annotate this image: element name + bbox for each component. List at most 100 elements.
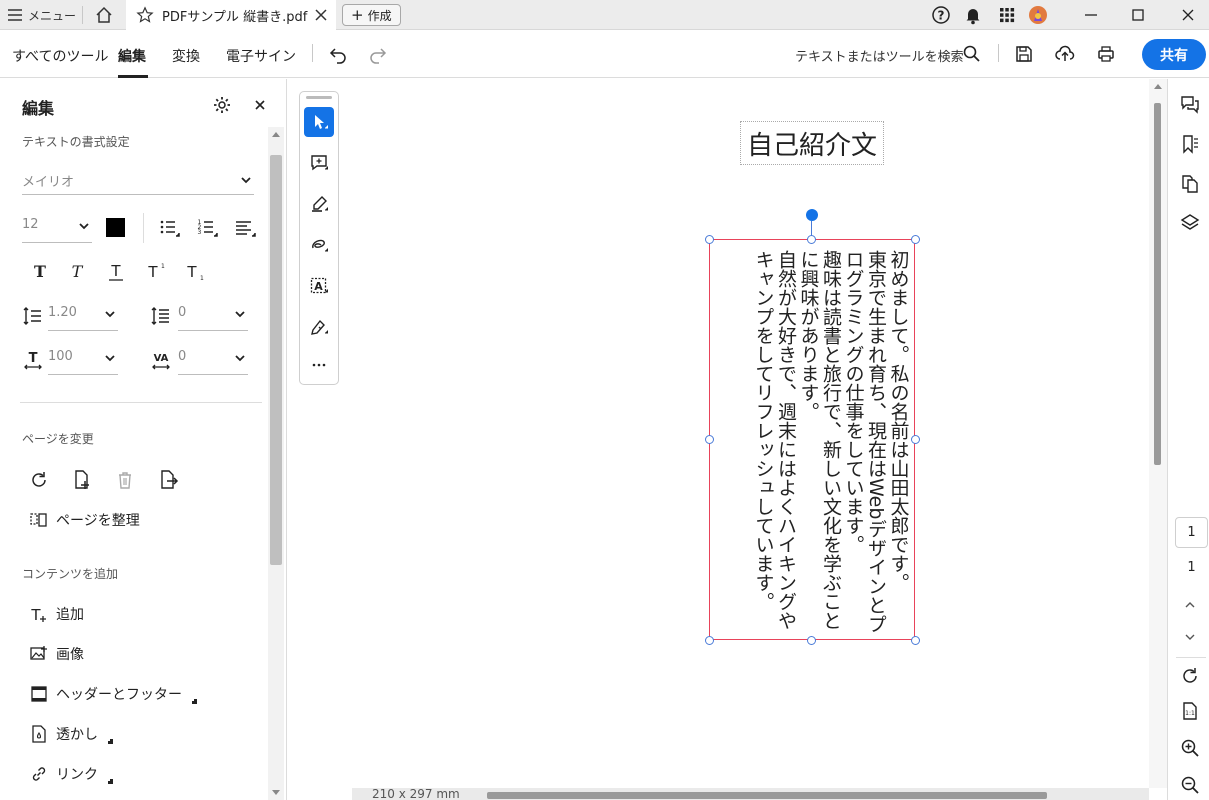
resize-handle-right[interactable] xyxy=(911,435,920,444)
link-button[interactable]: リンク xyxy=(30,764,113,784)
total-pages: 1 xyxy=(1187,560,1196,575)
comment-add-icon xyxy=(311,155,328,171)
tab-e-sign[interactable]: 電子サイン xyxy=(226,46,296,66)
document-title[interactable]: 自己紹介文 xyxy=(740,121,884,165)
bullet-list-icon[interactable] xyxy=(158,217,180,239)
character-spacing-select[interactable]: 0 xyxy=(178,349,248,375)
resize-handle-left[interactable] xyxy=(705,435,714,444)
sign-tool-button[interactable] xyxy=(304,312,334,342)
maximize-icon[interactable] xyxy=(1127,4,1149,26)
font-family-select[interactable]: メイリオ xyxy=(22,171,254,195)
scroll-up-icon[interactable] xyxy=(1154,83,1162,89)
search-icon[interactable] xyxy=(962,44,982,64)
resize-handle-bottom[interactable] xyxy=(807,636,816,645)
numbered-list-icon[interactable]: 123 xyxy=(196,217,218,239)
watermark-button[interactable]: 透かし xyxy=(30,724,113,744)
chevron-up-icon[interactable] xyxy=(1180,595,1200,615)
horizontal-scale-icon[interactable]: T xyxy=(22,349,44,371)
add-comment-button[interactable] xyxy=(304,148,334,178)
scroll-down-icon[interactable] xyxy=(272,790,280,796)
document-tab[interactable]: PDFサンプル 縦書き.pdf xyxy=(126,0,336,30)
draw-tool-button[interactable] xyxy=(304,230,334,260)
apps-grid-icon[interactable] xyxy=(997,5,1017,25)
font-color-swatch[interactable] xyxy=(106,218,125,237)
drag-handle[interactable] xyxy=(306,96,332,99)
print-icon[interactable] xyxy=(1096,44,1116,64)
horizontal-scroll-thumb[interactable] xyxy=(487,792,1047,799)
current-page-input[interactable]: 1 xyxy=(1175,517,1208,548)
fit-page-icon[interactable]: 1:1 xyxy=(1180,701,1200,721)
subscript-icon[interactable]: T1 xyxy=(183,261,205,283)
layers-icon[interactable] xyxy=(1180,213,1200,233)
close-tab-icon[interactable] xyxy=(314,8,328,22)
divider xyxy=(82,6,83,24)
bold-icon[interactable]: T xyxy=(29,261,51,283)
scroll-up-icon[interactable] xyxy=(272,131,280,137)
resize-handle-bottom-left[interactable] xyxy=(705,636,714,645)
svg-text:1: 1 xyxy=(200,275,204,282)
resize-handle-top[interactable] xyxy=(807,235,816,244)
italic-icon[interactable]: T xyxy=(66,261,88,283)
bookmarks-icon[interactable] xyxy=(1180,134,1200,154)
svg-text:T: T xyxy=(147,263,158,281)
help-icon[interactable]: ? xyxy=(931,5,951,25)
tab-convert[interactable]: 変換 xyxy=(172,46,200,66)
more-tools-button[interactable] xyxy=(304,350,334,380)
highlight-tool-button[interactable] xyxy=(304,189,334,219)
character-spacing-icon[interactable]: VA xyxy=(150,349,172,371)
tab-all-tools[interactable]: すべてのツール xyxy=(12,46,108,66)
font-size-select[interactable]: 12 xyxy=(22,217,92,243)
star-icon[interactable] xyxy=(136,6,154,24)
resize-handle-top-left[interactable] xyxy=(705,235,714,244)
status-bar: 210 x 297 mm xyxy=(352,787,1149,800)
undo-icon[interactable] xyxy=(328,44,348,64)
rotate-icon[interactable] xyxy=(28,469,50,491)
tab-edit[interactable]: 編集 xyxy=(118,46,146,66)
line-spacing-select[interactable]: 1.20 xyxy=(48,305,118,331)
tab-title: PDFサンプル 縦書き.pdf xyxy=(162,9,308,25)
text-select-button[interactable]: A xyxy=(304,271,334,301)
organize-pages-button[interactable]: ページを整理 xyxy=(30,510,140,530)
vertical-scroll-thumb[interactable] xyxy=(1154,103,1161,465)
refresh-icon[interactable] xyxy=(1180,666,1200,686)
insert-page-icon[interactable] xyxy=(71,469,93,491)
panel-scrollbar[interactable] xyxy=(268,127,284,800)
avatar[interactable] xyxy=(1028,5,1048,25)
select-tool-button[interactable] xyxy=(304,107,334,137)
rotation-handle[interactable] xyxy=(806,209,818,221)
resize-handle-top-right[interactable] xyxy=(911,235,920,244)
add-image-button[interactable]: 画像 xyxy=(30,644,84,664)
gear-icon[interactable] xyxy=(212,95,232,115)
save-icon[interactable] xyxy=(1014,44,1034,64)
resize-handle-bottom-right[interactable] xyxy=(911,636,920,645)
underline-icon[interactable]: T xyxy=(105,261,127,283)
upload-cloud-icon[interactable] xyxy=(1055,44,1075,64)
align-left-icon[interactable] xyxy=(234,217,256,239)
home-button[interactable] xyxy=(94,5,114,25)
close-window-icon[interactable] xyxy=(1177,4,1199,26)
paragraph-spacing-icon[interactable] xyxy=(150,305,172,327)
pages-icon[interactable] xyxy=(1180,174,1200,194)
line-spacing-icon[interactable] xyxy=(22,305,44,327)
new-tab-button[interactable]: + 作成 xyxy=(342,4,401,26)
scale-select[interactable]: 100 xyxy=(48,349,118,375)
paragraph-spacing-select[interactable]: 0 xyxy=(178,305,248,331)
extract-page-icon[interactable] xyxy=(157,469,179,491)
minimize-icon[interactable] xyxy=(1080,4,1102,26)
header-footer-button[interactable]: ヘッダーとフッター xyxy=(30,684,197,704)
search-placeholder[interactable]: テキストまたはツールを検索 xyxy=(795,46,964,65)
redo-icon[interactable] xyxy=(368,44,388,64)
bell-icon[interactable] xyxy=(963,5,983,25)
panel-scroll-thumb[interactable] xyxy=(270,155,282,565)
zoom-in-icon[interactable] xyxy=(1180,738,1200,758)
comments-icon[interactable] xyxy=(1180,94,1200,114)
chevron-down-icon[interactable] xyxy=(1180,627,1200,647)
zoom-out-icon[interactable] xyxy=(1180,775,1200,795)
menu-button[interactable]: メニュー xyxy=(8,4,76,26)
vertical-scrollbar[interactable] xyxy=(1149,79,1167,788)
vertical-body-text[interactable]: 初めまして。私の名前は山田太郎です。 東京で生まれ育ち、現在はWebデザインとプ… xyxy=(752,250,910,633)
close-panel-icon[interactable] xyxy=(253,98,267,112)
share-button[interactable]: 共有 xyxy=(1142,39,1206,70)
add-text-button[interactable]: T 追加 xyxy=(30,604,84,624)
superscript-icon[interactable]: T1 xyxy=(144,261,166,283)
